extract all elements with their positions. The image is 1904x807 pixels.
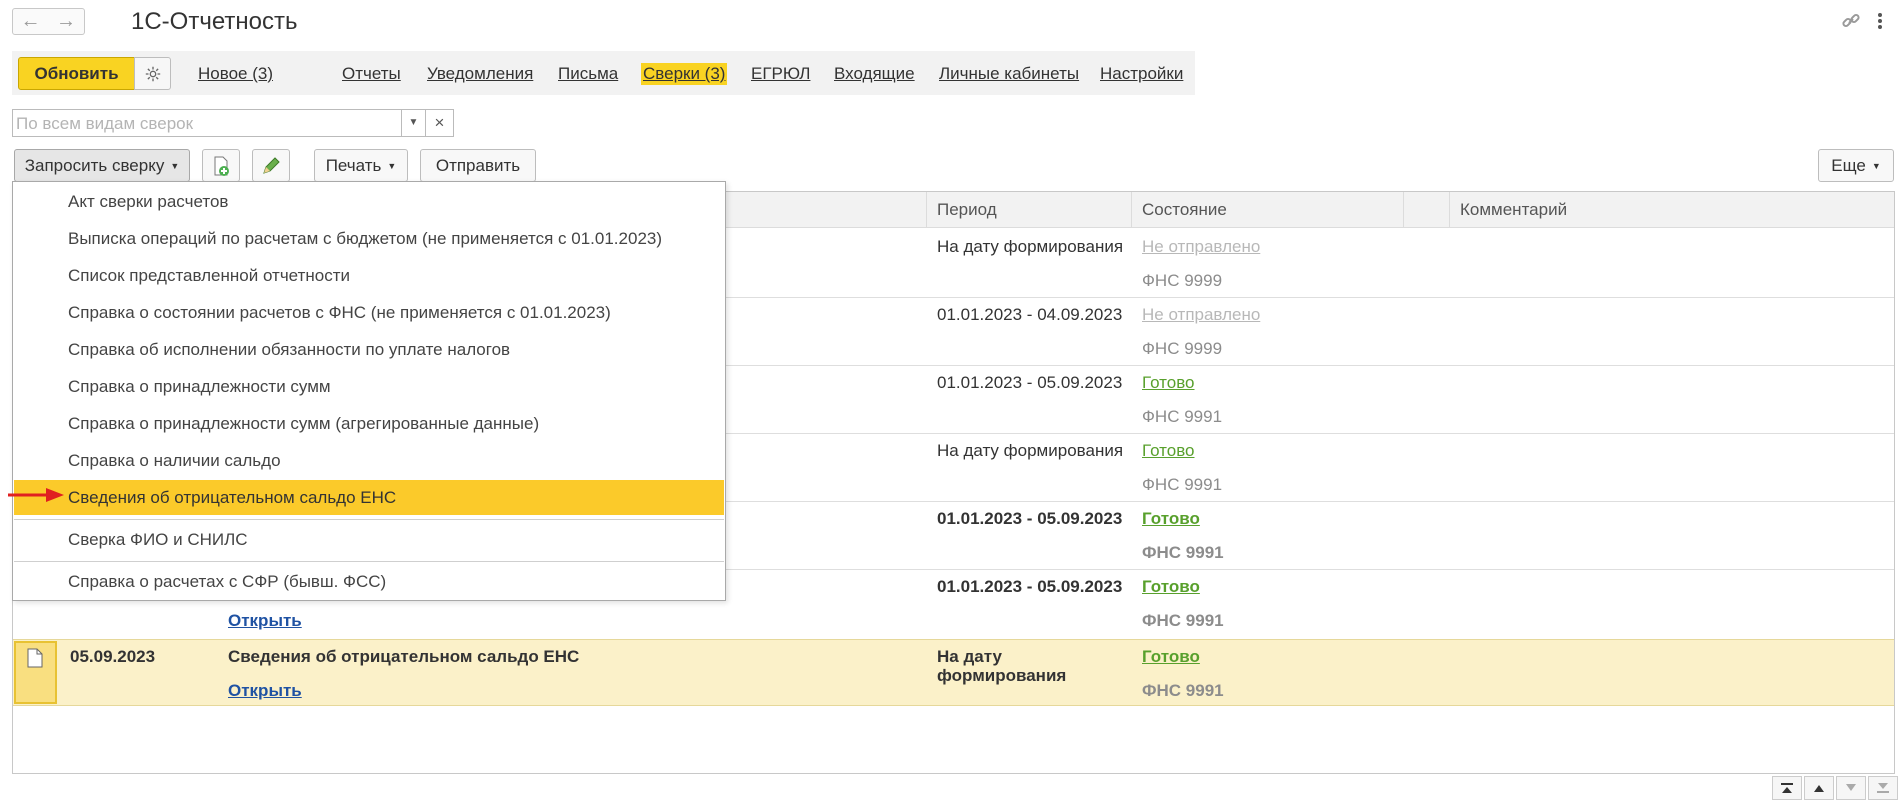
- row-period: 01.01.2023 - 04.09.2023: [937, 305, 1123, 324]
- row-authority: ФНС 9991: [1142, 407, 1223, 426]
- scroll-down-icon: [1846, 784, 1856, 791]
- column-comment[interactable]: Комментарий: [1449, 192, 1893, 228]
- arrow-left-icon: ←: [20, 10, 41, 32]
- row-status[interactable]: Не отправлено: [1142, 305, 1260, 325]
- close-icon: ×: [434, 113, 445, 132]
- menu-reports[interactable]: Отчеты: [342, 64, 401, 84]
- request-reconciliation-button[interactable]: Запросить сверку ▼: [14, 149, 190, 182]
- selected-row-icon-cell[interactable]: [14, 641, 57, 704]
- row-period: 01.01.2023 - 05.09.2023: [937, 373, 1123, 392]
- more-button[interactable]: Еще ▼: [1818, 149, 1894, 182]
- refresh-settings-button[interactable]: [134, 57, 171, 90]
- dropdown-item[interactable]: Справка о принадлежности сумм (агрегиров…: [68, 414, 539, 434]
- dropdown-item[interactable]: Выписка операций по расчетам с бюджетом …: [68, 229, 662, 249]
- row-status[interactable]: Готово: [1142, 373, 1195, 393]
- row-authority: ФНС 9991: [1142, 611, 1224, 630]
- gear-icon: [145, 66, 160, 81]
- scroll-bottom-button[interactable]: [1868, 776, 1898, 800]
- column-period[interactable]: Период: [926, 192, 1132, 228]
- refresh-button[interactable]: Обновить: [18, 57, 135, 90]
- selected-row-status[interactable]: Готово: [1142, 647, 1200, 667]
- column-extra[interactable]: [1403, 192, 1449, 228]
- document-icon: [27, 648, 43, 668]
- selected-row-name: Сведения об отрицательном сальдо ЕНС: [228, 647, 580, 666]
- pencil-icon: [263, 157, 280, 174]
- send-button[interactable]: Отправить: [420, 149, 536, 182]
- menu-new[interactable]: Новое (3): [198, 64, 273, 84]
- dropdown-item[interactable]: Акт сверки расчетов: [68, 192, 228, 212]
- add-document-icon: [214, 156, 229, 176]
- selected-row-period-line1: На дату: [937, 647, 1002, 666]
- dropdown-item[interactable]: Справка о принадлежности сумм: [68, 377, 331, 397]
- row-period: 01.01.2023 - 05.09.2023: [937, 509, 1123, 528]
- row-status[interactable]: Готово: [1142, 441, 1195, 461]
- back-button[interactable]: ←: [12, 8, 49, 35]
- row-status[interactable]: Готово: [1142, 509, 1200, 529]
- dropdown-item[interactable]: Справка о расчетах с СФР (бывш. ФСС): [68, 572, 386, 592]
- row-authority: ФНС 9991: [1142, 543, 1224, 562]
- chevron-down-icon: ▼: [387, 161, 397, 172]
- chevron-down-icon: ▼: [1871, 161, 1881, 172]
- chevron-down-icon: ▼: [408, 117, 419, 128]
- row-authority: ФНС 9999: [1142, 339, 1223, 358]
- create-document-button[interactable]: [202, 149, 240, 182]
- link-icon[interactable]: [1840, 10, 1862, 37]
- row-authority: ФНС 9999: [1142, 271, 1223, 290]
- dropdown-item-highlighted[interactable]: Сведения об отрицательном сальдо ЕНС: [68, 488, 396, 508]
- row-open-link[interactable]: Открыть: [228, 611, 302, 631]
- scroll-top-icon: [1781, 783, 1793, 793]
- row-status[interactable]: Готово: [1142, 577, 1200, 597]
- edit-button[interactable]: [252, 149, 290, 182]
- scroll-up-icon: [1814, 785, 1824, 792]
- menu-settings[interactable]: Настройки: [1100, 64, 1183, 84]
- selected-row-authority: ФНС 9991: [1142, 681, 1224, 700]
- row-period: На дату формирования: [937, 441, 1124, 460]
- window-title: 1С-Отчетность: [131, 8, 298, 35]
- arrow-right-icon: →: [56, 10, 76, 32]
- search-clear-button[interactable]: ×: [426, 109, 454, 137]
- forward-button[interactable]: →: [48, 8, 85, 35]
- menu-letters[interactable]: Письма: [558, 64, 618, 84]
- selected-row-open-link[interactable]: Открыть: [228, 681, 302, 701]
- column-state[interactable]: Состояние: [1131, 192, 1403, 228]
- row-status[interactable]: Не отправлено: [1142, 237, 1260, 257]
- search-input[interactable]: По всем видам сверок: [12, 109, 402, 137]
- scroll-up-button[interactable]: [1804, 776, 1834, 800]
- menu-egrul[interactable]: ЕГРЮЛ: [751, 64, 810, 84]
- menu-personal-accounts[interactable]: Личные кабинеты: [939, 64, 1079, 84]
- dropdown-separator: [14, 561, 724, 562]
- menu-notifications[interactable]: Уведомления: [427, 64, 533, 84]
- dropdown-item[interactable]: Список представленной отчетности: [68, 266, 350, 286]
- more-vertical-icon[interactable]: [1876, 11, 1884, 36]
- row-period: 01.01.2023 - 05.09.2023: [937, 577, 1123, 596]
- dropdown-separator: [14, 519, 724, 520]
- selected-row-period-line2: формирования: [937, 666, 1067, 685]
- row-period: На дату формирования: [937, 237, 1124, 256]
- row-authority: ФНС 9991: [1142, 475, 1223, 494]
- dropdown-item[interactable]: Сверка ФИО и СНИЛС: [68, 530, 248, 550]
- menu-reconciliations[interactable]: Сверки (3): [641, 63, 728, 85]
- dropdown-item[interactable]: Справка о наличии сальдо: [68, 451, 281, 471]
- chevron-down-icon: ▼: [170, 161, 180, 172]
- dropdown-item[interactable]: Справка о состоянии расчетов с ФНС (не п…: [68, 303, 611, 323]
- scroll-bottom-icon: [1877, 783, 1889, 793]
- search-dropdown-button[interactable]: ▼: [401, 109, 426, 137]
- scroll-top-button[interactable]: [1772, 776, 1802, 800]
- pointer-arrow-icon: [8, 488, 64, 502]
- menu-incoming[interactable]: Входящие: [834, 64, 915, 84]
- dropdown-item[interactable]: Справка об исполнении обязанности по упл…: [68, 340, 510, 360]
- print-button[interactable]: Печать ▼: [314, 149, 408, 182]
- scroll-down-button[interactable]: [1836, 776, 1866, 800]
- selected-row-date: 05.09.2023: [70, 647, 156, 666]
